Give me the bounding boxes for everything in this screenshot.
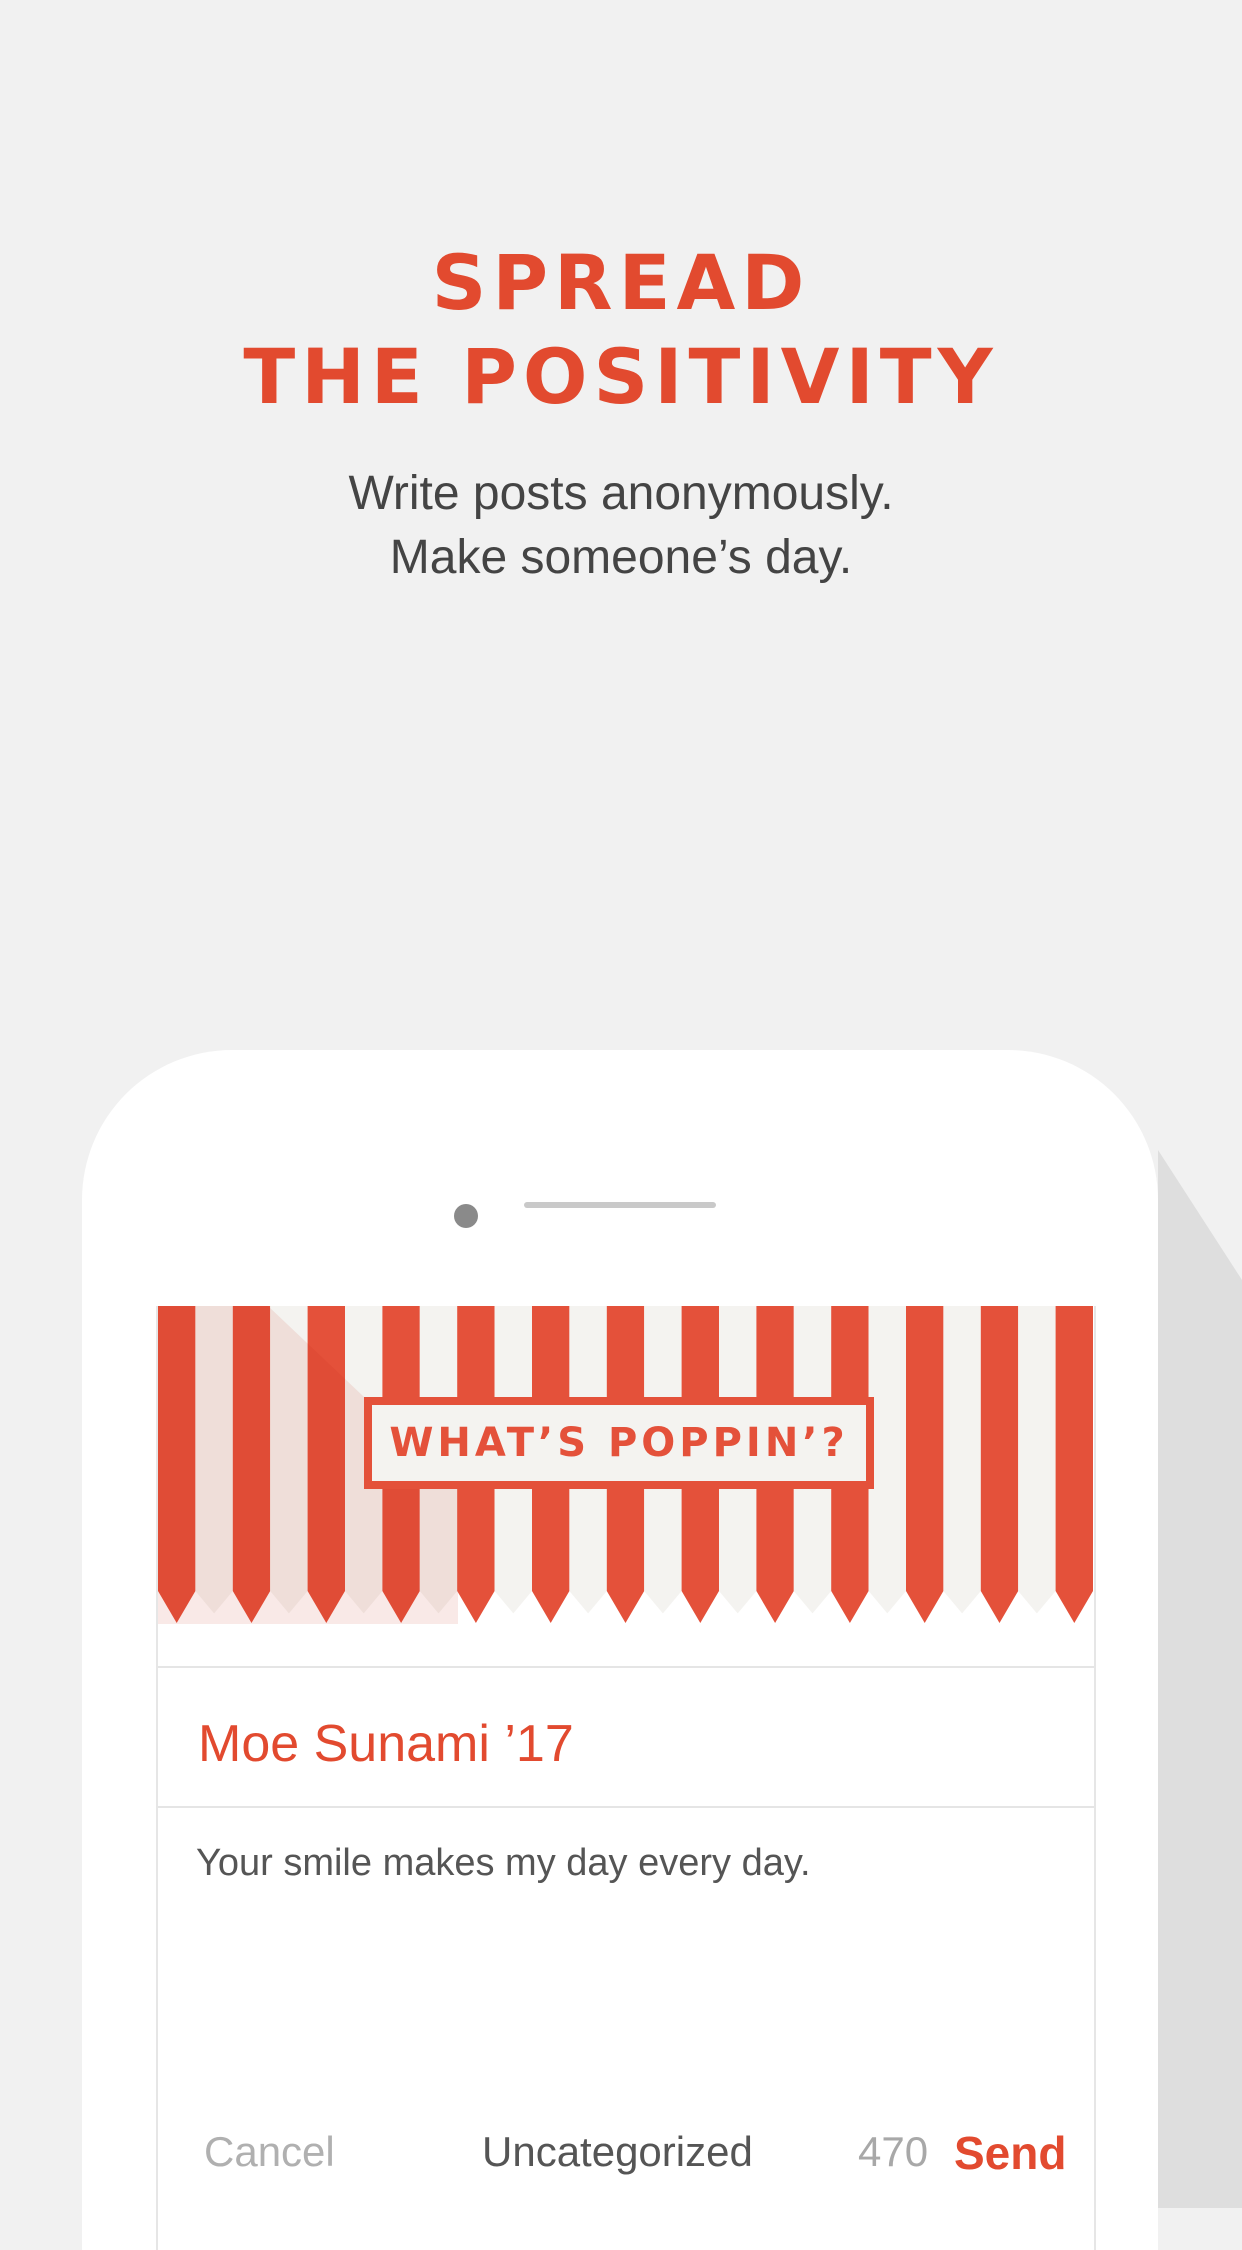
recipient-name[interactable]: Moe Sunami ’17 (198, 1714, 574, 1774)
stripe-cream (1018, 1306, 1056, 1614)
phone-frame: WHAT’S POPPIN’? Moe Sunami ’17 Your smil… (82, 1050, 1158, 2250)
category-selector[interactable]: Uncategorized (482, 2128, 753, 2176)
stripe-red (980, 1306, 1019, 1623)
banner-label: WHAT’S POPPIN’? (364, 1397, 874, 1489)
divider (158, 1666, 1094, 1668)
stripe-red (1055, 1306, 1093, 1623)
stripe-red (906, 1306, 944, 1623)
camera-icon (454, 1204, 478, 1228)
compose-screen: WHAT’S POPPIN’? Moe Sunami ’17 Your smil… (156, 1306, 1096, 2250)
character-count: 470 (858, 2128, 929, 2175)
stripe-cream (943, 1306, 981, 1614)
message-input[interactable]: Your smile makes my day every day. (196, 1842, 811, 1885)
cancel-button[interactable]: Cancel (204, 2128, 335, 2176)
send-button[interactable]: Send (954, 2126, 1066, 2180)
speaker-grille (524, 1202, 716, 1208)
stripe-cream (868, 1306, 906, 1614)
striped-banner: WHAT’S POPPIN’? (158, 1306, 1094, 1624)
divider (158, 1806, 1094, 1808)
